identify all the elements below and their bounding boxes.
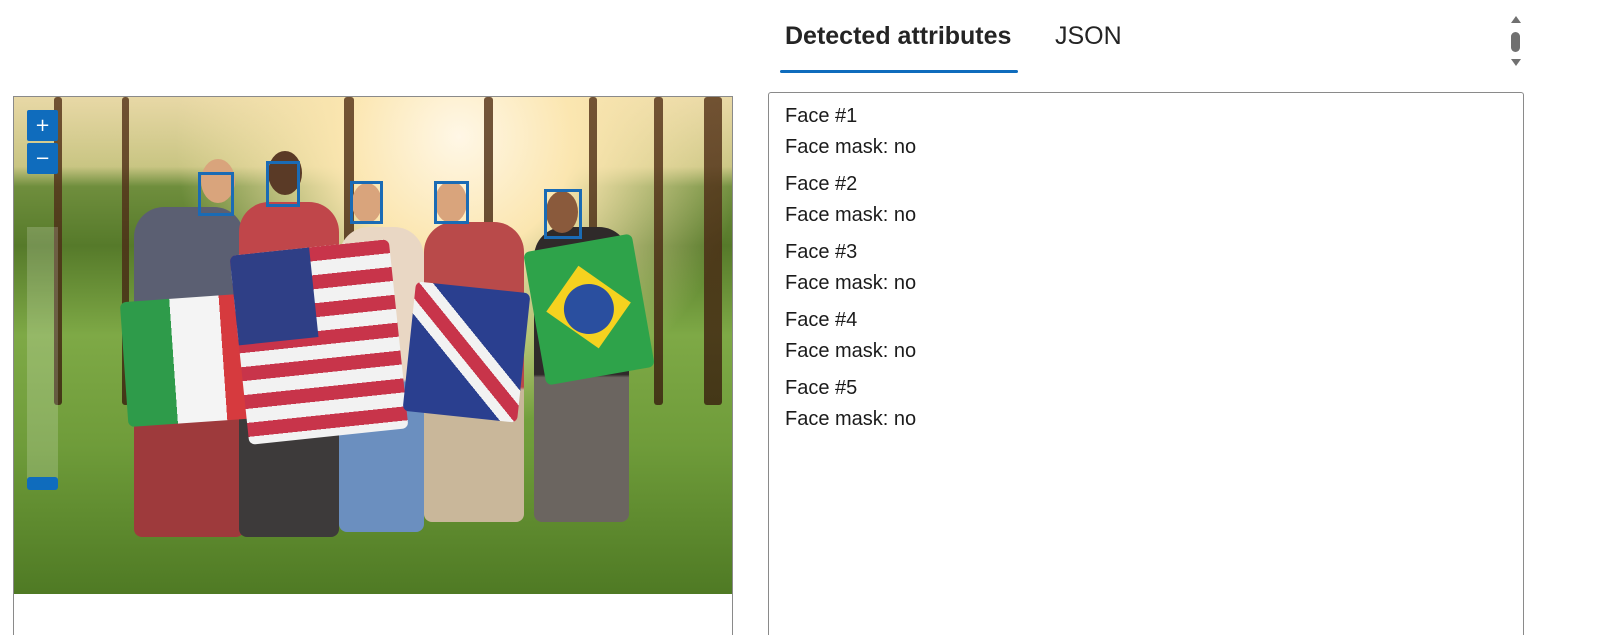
face-title: Face #2 bbox=[785, 173, 858, 195]
zoom-out-button[interactable]: − bbox=[27, 143, 58, 174]
tree-decoration bbox=[704, 97, 722, 406]
face-title: Face #1 bbox=[785, 105, 858, 127]
tree-decoration bbox=[654, 97, 663, 406]
face-box-3[interactable] bbox=[350, 181, 383, 224]
active-tab-indicator bbox=[780, 70, 1018, 73]
brazil-flag bbox=[523, 233, 655, 386]
face-mask-attribute: Face mask: no bbox=[785, 272, 917, 294]
tab-detected-attributes[interactable]: Detected attributes bbox=[785, 22, 1011, 51]
face-list: Face #1 Face mask: no Face #2 Face mask:… bbox=[785, 101, 916, 441]
zoom-slider-thumb[interactable] bbox=[27, 477, 58, 490]
zoom-in-button[interactable]: + bbox=[27, 110, 58, 141]
face-mask-attribute: Face mask: no bbox=[785, 340, 917, 362]
detected-attributes-panel: Face #1 Face mask: no Face #2 Face mask:… bbox=[768, 92, 1524, 635]
usa-flag bbox=[229, 239, 409, 445]
face-box-5[interactable] bbox=[544, 189, 582, 239]
face-box-4[interactable] bbox=[434, 181, 469, 224]
uk-flag bbox=[402, 281, 531, 423]
usa-flag-canton bbox=[229, 247, 319, 346]
scrollbar-thumb[interactable] bbox=[1511, 32, 1520, 52]
face-entry-5: Face #5 Face mask: no bbox=[785, 373, 916, 435]
face-entry-4: Face #4 Face mask: no bbox=[785, 305, 916, 367]
face-box-1[interactable] bbox=[198, 172, 234, 216]
image-viewer: + − bbox=[13, 96, 733, 635]
face-mask-attribute: Face mask: no bbox=[785, 408, 917, 430]
face-entry-2: Face #2 Face mask: no bbox=[785, 169, 916, 231]
tab-json[interactable]: JSON bbox=[1055, 22, 1122, 51]
face-box-2[interactable] bbox=[266, 161, 300, 207]
zoom-slider-track[interactable] bbox=[27, 227, 58, 487]
face-title: Face #3 bbox=[785, 241, 858, 263]
face-entry-3: Face #3 Face mask: no bbox=[785, 237, 916, 299]
face-entry-1: Face #1 Face mask: no bbox=[785, 101, 916, 163]
scroll-down-arrow-icon[interactable] bbox=[1511, 59, 1521, 66]
face-mask-attribute: Face mask: no bbox=[785, 204, 917, 226]
face-mask-attribute: Face mask: no bbox=[785, 136, 917, 158]
face-title: Face #4 bbox=[785, 309, 858, 331]
analyzed-photo: + − bbox=[14, 97, 732, 594]
face-title: Face #5 bbox=[785, 377, 858, 399]
scroll-up-arrow-icon[interactable] bbox=[1511, 16, 1521, 23]
page-scrollbar[interactable] bbox=[1509, 14, 1523, 70]
